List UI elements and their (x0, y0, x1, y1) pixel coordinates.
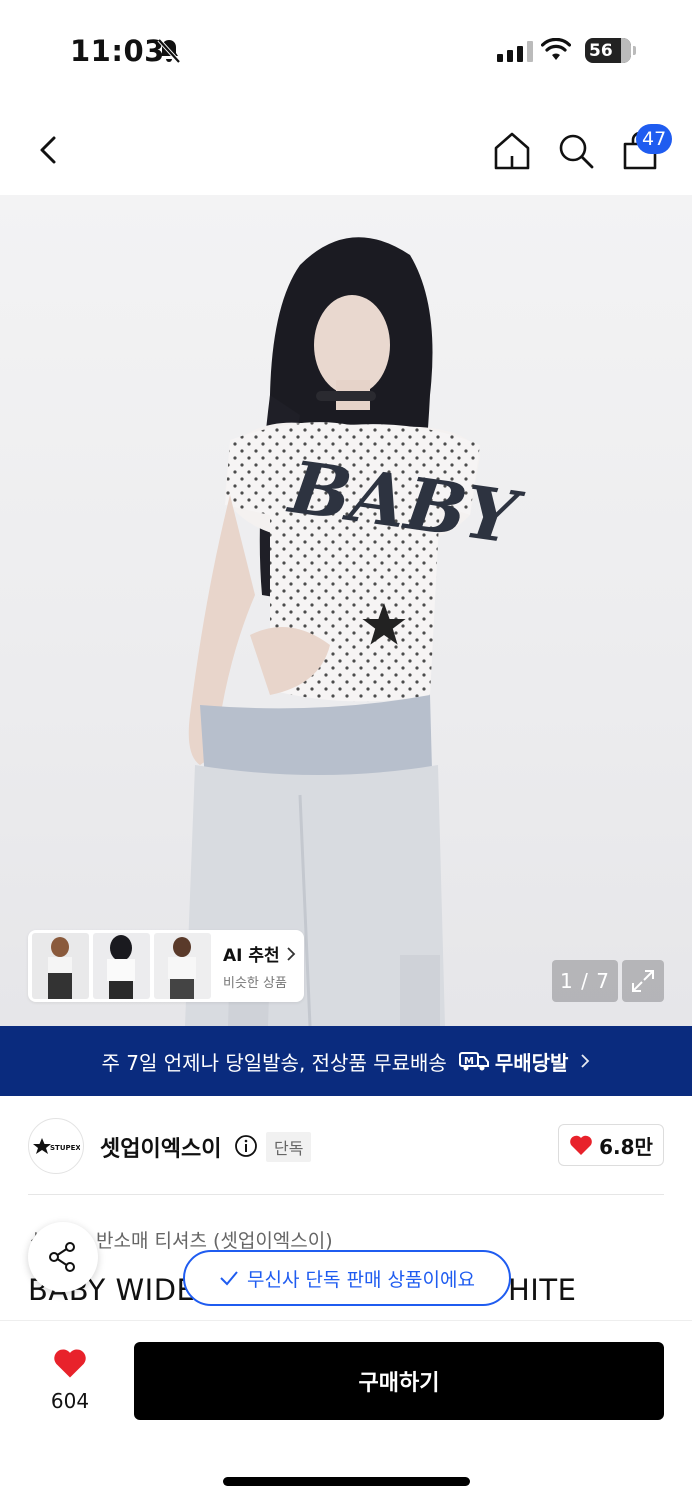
cart-count-badge: 47 (636, 124, 673, 154)
image-pager: 1 / 7 (552, 960, 618, 1002)
ai-recommend-subtitle: 비슷한 상품 (223, 976, 287, 991)
heart-icon (54, 1349, 86, 1378)
home-indicator[interactable] (223, 1477, 470, 1486)
brand-like-count: 6.8만 (599, 1134, 653, 1159)
recommend-thumb[interactable] (32, 933, 89, 999)
bell-muted-icon (157, 38, 181, 64)
check-icon (220, 1271, 238, 1286)
truck-icon: M (458, 1052, 489, 1071)
bottom-action-bar: 604 구매하기 (0, 1320, 692, 1500)
back-arrow-icon[interactable] (32, 130, 68, 170)
home-icon[interactable] (492, 130, 532, 172)
ai-recommend-card[interactable]: AI 추천 비슷한 상품 (28, 930, 304, 1002)
product-image-carousel[interactable]: BABY AI 추천 비슷한 상품 1 / 7 (0, 195, 692, 1026)
battery-level: 56 (589, 40, 613, 61)
chevron-right-icon (581, 1054, 590, 1068)
brand-like-button[interactable]: 6.8만 (558, 1124, 664, 1166)
top-nav (0, 110, 692, 190)
battery-icon: 56 (585, 38, 631, 63)
brand-row: STUPEXE 셋업이엑스이 단독 6.8만 (28, 1118, 664, 1174)
search-icon[interactable] (556, 130, 596, 172)
product-photo: BABY (185, 237, 529, 1026)
chevron-right-icon (287, 946, 295, 961)
expand-button[interactable] (622, 960, 664, 1002)
product-like-count: 604 (50, 1389, 90, 1413)
share-button[interactable] (28, 1222, 98, 1292)
ai-recommend-title: AI 추천 (223, 941, 296, 966)
free-shipping-logo: M 무배당발 (458, 1047, 569, 1076)
shipping-promo-banner[interactable]: 주 7일 언제나 당일발송, 전상품 무료배송 M 무배당발 (0, 1026, 692, 1096)
heart-icon (570, 1135, 592, 1155)
buy-button[interactable]: 구매하기 (134, 1342, 664, 1420)
brand-logo[interactable]: STUPEXE (28, 1118, 84, 1174)
brand-name[interactable]: 셋업이엑스이 (100, 1131, 221, 1163)
exclusive-toast: 무신사 단독 판매 상품이에요 (183, 1250, 511, 1306)
brand-logo-text: STUPEXE (50, 1144, 80, 1152)
free-shipping-logo-text: 무배당발 (494, 1050, 569, 1075)
exclusive-badge: 단독 (266, 1132, 312, 1162)
status-time: 11:03 (70, 34, 165, 68)
ai-recommend-title-text: AI 추천 (223, 946, 280, 966)
status-bar: 11:03 56 (0, 0, 692, 100)
product-category[interactable]: 반소매 티셔츠 (셋업이엑스이) (96, 1226, 333, 1253)
product-title-end: HITE (508, 1273, 577, 1307)
info-icon[interactable] (234, 1134, 258, 1158)
svg-text:M: M (464, 1056, 474, 1067)
recommend-thumb[interactable] (154, 933, 211, 999)
share-icon (49, 1242, 75, 1272)
expand-icon (632, 970, 654, 992)
recommend-thumb[interactable] (93, 933, 150, 999)
divider (28, 1194, 664, 1195)
wifi-icon (541, 38, 571, 60)
product-like-button[interactable]: 604 (40, 1347, 100, 1413)
toast-text: 무신사 단독 판매 상품이에요 (247, 1268, 475, 1291)
cellular-signal-icon (497, 40, 533, 62)
battery-nub (633, 46, 636, 55)
promo-text: 주 7일 언제나 당일발송, 전상품 무료배송 (101, 1050, 447, 1075)
